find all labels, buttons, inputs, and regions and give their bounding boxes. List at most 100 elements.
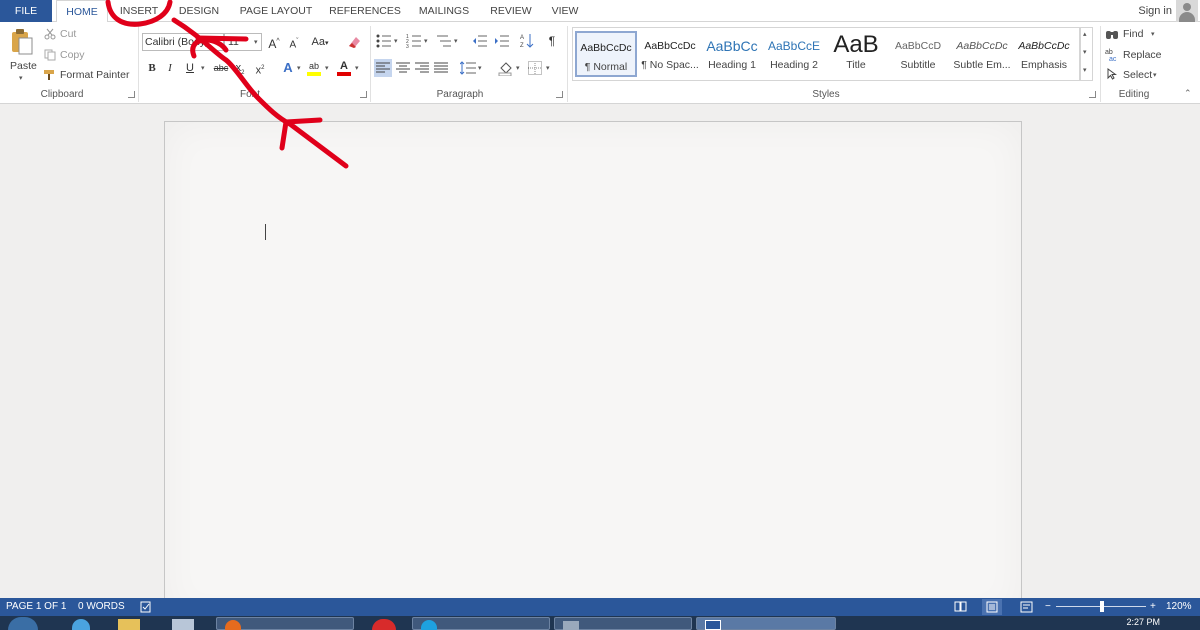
word-count-indicator[interactable]: 0 WORDS: [78, 598, 125, 616]
document-page[interactable]: [164, 121, 1022, 621]
multilevel-list-dropdown-icon[interactable]: ▾: [454, 37, 458, 45]
font-name-combobox[interactable]: Calibri (Body): [142, 33, 224, 51]
clear-formatting-icon[interactable]: [346, 34, 362, 50]
copy-button[interactable]: Copy: [60, 49, 85, 61]
borders-dropdown-icon[interactable]: ▾: [546, 64, 550, 72]
strikethrough-button[interactable]: abc: [210, 59, 232, 77]
numbering-dropdown-icon[interactable]: ▾: [424, 37, 428, 45]
line-spacing-dropdown-icon[interactable]: ▾: [478, 64, 482, 72]
account-avatar-icon[interactable]: [1176, 0, 1198, 22]
text-highlight-button[interactable]: ab: [304, 57, 324, 76]
zoom-level[interactable]: 120%: [1166, 598, 1192, 616]
style-tile[interactable]: AaBbCcE Heading 2: [763, 31, 825, 77]
bullets-dropdown-icon[interactable]: ▾: [394, 37, 398, 45]
find-button[interactable]: Find: [1123, 28, 1143, 40]
start-button[interactable]: [8, 617, 38, 630]
style-tile[interactable]: AaB Title: [825, 31, 887, 77]
proofing-icon[interactable]: [140, 601, 152, 613]
align-left-button[interactable]: [374, 59, 392, 77]
print-layout-view-button[interactable]: [982, 599, 1002, 615]
bullets-icon[interactable]: [376, 34, 392, 48]
tab-mailings[interactable]: MAILINGS: [412, 0, 476, 22]
styles-dialog-launcher-icon[interactable]: [1089, 91, 1096, 98]
tab-insert[interactable]: INSERT: [112, 0, 166, 22]
gallery-down-icon[interactable]: ▾: [1083, 48, 1087, 56]
bold-button[interactable]: B: [142, 59, 162, 77]
align-center-icon[interactable]: [396, 62, 410, 74]
zoom-slider-thumb[interactable]: [1100, 601, 1104, 612]
change-case-button[interactable]: Aa▾: [308, 33, 332, 51]
zoom-in-button[interactable]: +: [1150, 598, 1156, 616]
paragraph-dialog-launcher-icon[interactable]: [556, 91, 563, 98]
gallery-up-icon[interactable]: ▴: [1083, 30, 1087, 38]
font-color-dropdown-icon[interactable]: ▾: [355, 64, 359, 72]
grow-font-button[interactable]: A^: [264, 33, 284, 51]
style-name: Subtle Em...: [953, 59, 1011, 71]
text-effects-button[interactable]: A: [278, 59, 298, 77]
cut-button[interactable]: Cut: [60, 28, 76, 40]
align-right-icon[interactable]: [415, 62, 429, 74]
underline-dropdown-icon[interactable]: ▾: [201, 64, 205, 72]
style-tile[interactable]: AaBbCcD Subtitle: [887, 31, 949, 77]
show-formatting-marks-button[interactable]: ¶: [542, 32, 562, 50]
text-effects-dropdown-icon[interactable]: ▾: [297, 64, 301, 72]
tab-design[interactable]: DESIGN: [172, 0, 226, 22]
taskbar-window-button[interactable]: [216, 617, 354, 630]
ie-icon[interactable]: [72, 619, 90, 630]
tab-file[interactable]: FILE: [0, 0, 52, 22]
style-tile[interactable]: AaBbCcDc Subtle Em...: [951, 31, 1013, 77]
font-dialog-launcher-icon[interactable]: [360, 91, 367, 98]
line-spacing-icon[interactable]: [460, 61, 476, 75]
shading-dropdown-icon[interactable]: ▾: [516, 64, 520, 72]
tab-home[interactable]: HOME: [56, 0, 108, 23]
font-size-combobox[interactable]: 11 ▾: [224, 33, 262, 51]
taskbar-window-button[interactable]: [412, 617, 550, 630]
style-sample: AaBbCcE: [767, 39, 821, 53]
gallery-more-icon[interactable]: ▾: [1083, 66, 1087, 74]
replace-button[interactable]: Replace: [1123, 49, 1162, 61]
subscript-button[interactable]: x2: [230, 59, 250, 77]
justify-icon[interactable]: [434, 62, 448, 74]
styles-gallery-scroller[interactable]: ▴ ▾ ▾: [1080, 27, 1093, 81]
taskbar-app-icon[interactable]: [172, 619, 194, 630]
italic-button[interactable]: I: [160, 59, 180, 77]
highlight-dropdown-icon[interactable]: ▾: [325, 64, 329, 72]
tab-references[interactable]: REFERENCES: [326, 0, 404, 22]
multilevel-list-icon[interactable]: [436, 34, 452, 48]
decrease-indent-icon[interactable]: [472, 34, 488, 48]
style-tile[interactable]: AaBbCcDc Emphasis: [1013, 31, 1075, 77]
font-color-button[interactable]: A: [334, 57, 354, 76]
clipboard-dialog-launcher-icon[interactable]: [128, 91, 135, 98]
shading-icon[interactable]: [498, 60, 514, 76]
style-tile[interactable]: AaBbCc Heading 1: [701, 31, 763, 77]
taskbar-app-icon[interactable]: [372, 619, 396, 630]
font-color-icon: A: [340, 60, 348, 72]
taskbar-window-button[interactable]: [696, 617, 836, 630]
style-tile[interactable]: AaBbCcDc ¶ Normal: [575, 31, 637, 77]
select-dropdown-icon[interactable]: ▾: [1153, 71, 1157, 79]
taskbar-window-button[interactable]: [554, 617, 692, 630]
zoom-out-button[interactable]: −: [1045, 598, 1051, 616]
read-mode-icon[interactable]: [954, 601, 967, 612]
borders-icon[interactable]: [528, 61, 542, 75]
tab-view[interactable]: VIEW: [544, 0, 586, 22]
file-explorer-icon[interactable]: [118, 619, 140, 630]
paste-button[interactable]: Paste ▾: [4, 26, 40, 86]
tab-page-layout[interactable]: PAGE LAYOUT: [234, 0, 318, 22]
find-dropdown-icon[interactable]: ▾: [1151, 30, 1155, 38]
increase-indent-icon[interactable]: [494, 34, 510, 48]
select-button[interactable]: Select: [1123, 69, 1152, 81]
format-painter-button[interactable]: Format Painter: [60, 69, 129, 81]
web-layout-icon[interactable]: [1020, 601, 1033, 613]
style-tile[interactable]: AaBbCcDc ¶ No Spac...: [639, 31, 701, 77]
paste-dropdown-icon[interactable]: ▾: [19, 74, 23, 82]
collapse-ribbon-icon[interactable]: ⌃: [1184, 88, 1192, 99]
superscript-button[interactable]: x2: [250, 59, 270, 77]
numbering-icon[interactable]: 123: [406, 34, 422, 48]
sort-icon[interactable]: AZ: [520, 33, 534, 49]
sign-in-link[interactable]: Sign in: [1138, 0, 1172, 22]
underline-button[interactable]: U: [180, 59, 200, 77]
shrink-font-button[interactable]: Aˇ: [284, 33, 304, 51]
page-count-indicator[interactable]: PAGE 1 OF 1: [6, 598, 66, 616]
tab-review[interactable]: REVIEW: [484, 0, 538, 22]
